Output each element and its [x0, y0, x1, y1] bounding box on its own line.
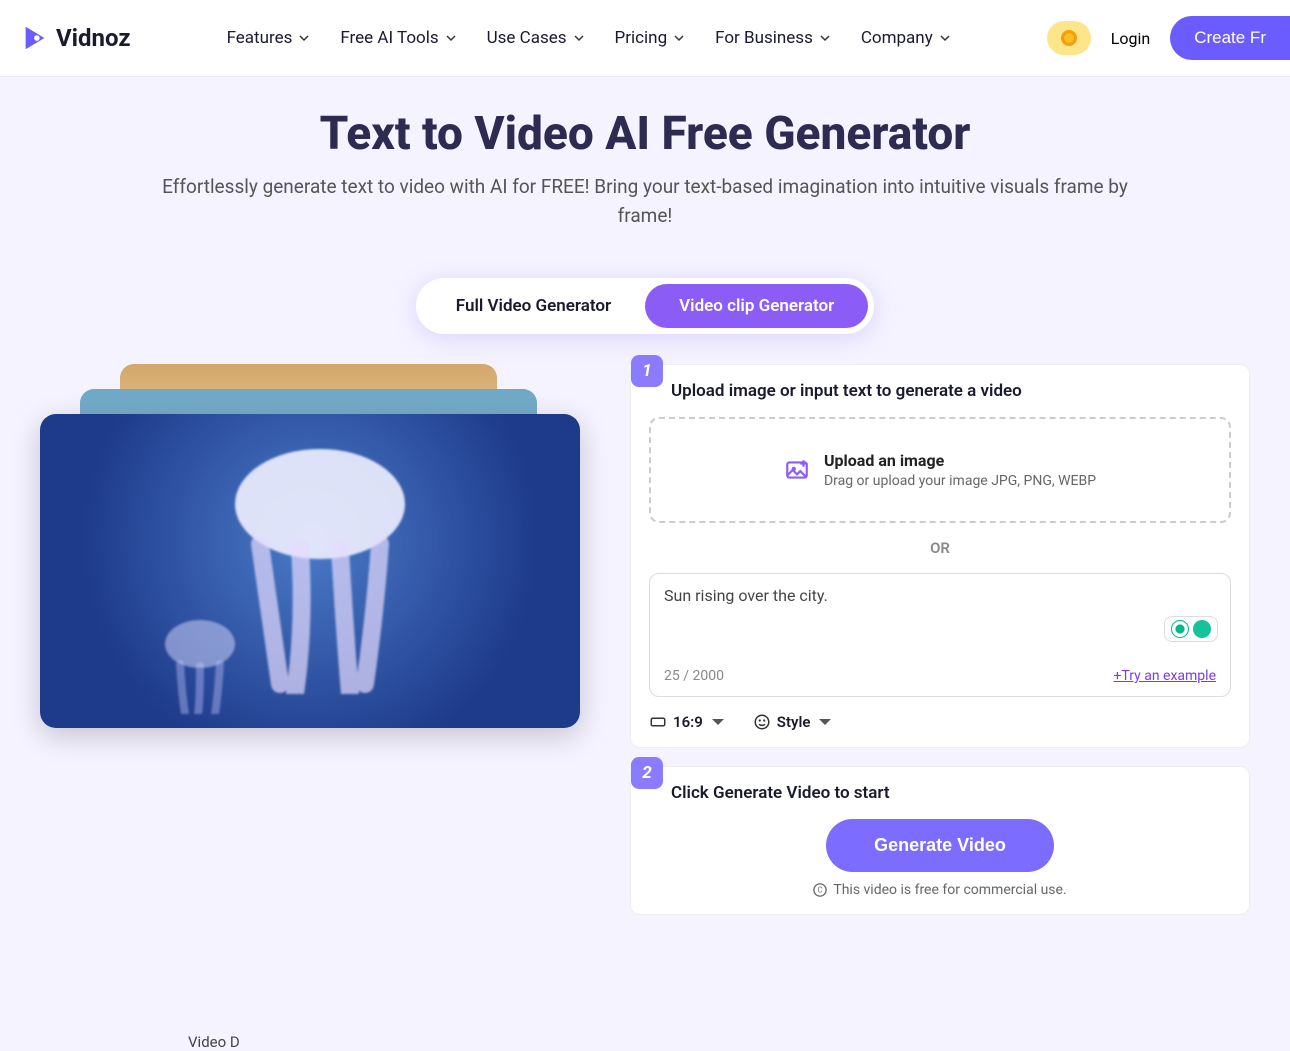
nav-pricing[interactable]: Pricing — [615, 28, 686, 48]
chevron-down-icon — [298, 32, 310, 44]
or-divider: OR — [914, 539, 966, 557]
chevron-down-icon — [816, 713, 834, 731]
jellyfish-icon — [220, 434, 420, 694]
extension-icon-1 — [1171, 620, 1189, 638]
prompt-input[interactable]: Sun rising over the city. — [664, 586, 1216, 656]
chevron-down-icon — [709, 713, 727, 731]
preview-column — [40, 364, 580, 774]
tab-full-video[interactable]: Full Video Generator — [422, 284, 645, 328]
prompt-footer: 25 / 2000 +Try an example — [664, 668, 1216, 684]
header-right: Login Create Fr — [1047, 16, 1270, 60]
step-2-badge: 2 — [631, 757, 663, 789]
generate-video-button[interactable]: Generate Video — [826, 819, 1054, 872]
nav-features[interactable]: Features — [227, 28, 311, 48]
grammarly-icon — [1193, 620, 1211, 638]
form-column: 1 Upload image or input text to generate… — [630, 364, 1250, 933]
chevron-down-icon — [445, 32, 457, 44]
credits-button[interactable] — [1047, 21, 1091, 55]
step-1-card: 1 Upload image or input text to generate… — [630, 364, 1250, 748]
prompt-box: Sun rising over the city. 25 / 2000 +Try… — [649, 573, 1231, 697]
upload-text: Upload an image Drag or upload your imag… — [824, 451, 1096, 489]
bottom-label: Video D — [188, 1033, 1290, 1051]
tabs-container: Full Video Generator Video clip Generato… — [0, 278, 1290, 334]
logo[interactable]: Vidnoz — [20, 23, 131, 53]
nav-business[interactable]: For Business — [715, 28, 831, 48]
upload-title: Upload an image — [824, 451, 1096, 470]
step-1-title: Upload image or input text to generate a… — [671, 381, 1231, 401]
chevron-down-icon — [939, 32, 951, 44]
step-1-badge: 1 — [631, 355, 663, 387]
upload-box[interactable]: Upload an image Drag or upload your imag… — [649, 417, 1231, 523]
nav: Features Free AI Tools Use Cases Pricing… — [227, 28, 951, 48]
nav-company[interactable]: Company — [861, 28, 951, 48]
image-upload-icon — [784, 457, 810, 483]
create-free-button[interactable]: Create Fr — [1170, 16, 1290, 60]
step-2-card: 2 Click Generate Video to start Generate… — [630, 766, 1250, 915]
chevron-down-icon — [819, 32, 831, 44]
jellyfish-small-icon — [160, 614, 240, 714]
chevron-down-icon — [673, 32, 685, 44]
aspect-ratio-icon — [649, 713, 667, 731]
preview-stack — [40, 414, 580, 774]
logo-icon — [20, 23, 50, 53]
chevron-down-icon — [573, 32, 585, 44]
copyright-icon: C — [813, 883, 827, 897]
options-row: 16:9 Style — [649, 713, 1231, 731]
mode-tabs: Full Video Generator Video clip Generato… — [416, 278, 874, 334]
page-title: Text to Video AI Free Generator — [20, 107, 1270, 161]
char-count: 25 / 2000 — [664, 668, 724, 684]
main: 1 Upload image or input text to generate… — [20, 354, 1270, 973]
header: Vidnoz Features Free AI Tools Use Cases … — [0, 0, 1290, 77]
try-example-link[interactable]: +Try an example — [1113, 668, 1216, 684]
hero: Text to Video AI Free Generator Effortle… — [0, 77, 1290, 250]
extension-icons — [1164, 616, 1218, 642]
upload-hint: Drag or upload your image JPG, PNG, WEBP — [824, 473, 1096, 489]
login-link[interactable]: Login — [1111, 29, 1150, 48]
nav-free-tools[interactable]: Free AI Tools — [340, 28, 456, 48]
page-subtitle: Effortlessly generate text to video with… — [135, 173, 1155, 230]
step-2-title: Click Generate Video to start — [671, 783, 1231, 803]
brand-name: Vidnoz — [56, 24, 131, 52]
nav-use-cases[interactable]: Use Cases — [487, 28, 585, 48]
coin-icon — [1059, 28, 1079, 48]
svg-text:C: C — [818, 886, 823, 895]
style-icon — [753, 713, 771, 731]
tab-video-clip[interactable]: Video clip Generator — [645, 284, 868, 328]
style-select[interactable]: Style — [753, 713, 835, 731]
commercial-info: C This video is free for commercial use. — [649, 882, 1231, 898]
aspect-ratio-select[interactable]: 16:9 — [649, 713, 727, 731]
preview-card-front — [40, 414, 580, 728]
